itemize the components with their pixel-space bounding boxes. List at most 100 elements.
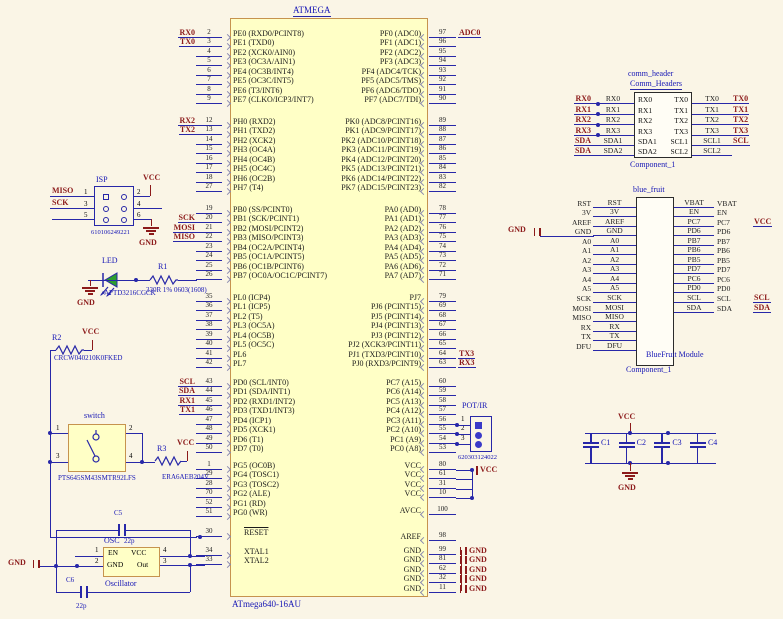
r3-vcc-label[interactable]: VCC: [177, 439, 194, 448]
pin-row[interactable]: AVCC100: [235, 505, 535, 515]
pin-row[interactable]: PA7 (AD7)71: [235, 271, 535, 281]
net-label[interactable]: ADC0: [458, 28, 481, 38]
capacitor[interactable]: C1: [583, 433, 609, 463]
isp-part-label[interactable]: 610106249221: [91, 229, 130, 236]
osc-gnd-net-label[interactable]: GND: [8, 559, 26, 568]
chip-title[interactable]: ATMEGA: [293, 6, 331, 17]
comm-pin-row[interactable]: RX0RX0RX0TX0TX0TX0: [556, 94, 768, 104]
gnd-port[interactable]: GND: [460, 546, 487, 555]
comm-pin-row[interactable]: SDASDA2SDA2SCL2SCL2: [556, 146, 768, 156]
isp-vcc-label[interactable]: VCC: [143, 174, 160, 183]
net-label[interactable]: RX3: [574, 126, 592, 136]
net-label[interactable]: RX1: [178, 396, 196, 406]
net-label[interactable]: SDA: [574, 136, 592, 146]
led-label[interactable]: LED: [102, 257, 118, 266]
pin-row[interactable]: PA0 (AD0)78: [235, 204, 535, 214]
isp-header[interactable]: [94, 186, 134, 226]
resistor-r3-icon[interactable]: [155, 455, 181, 467]
sck-net-label[interactable]: SCK: [52, 199, 68, 208]
bluefruit-footer[interactable]: Component_1: [626, 366, 671, 375]
net-label[interactable]: SCL: [753, 293, 771, 303]
capacitor[interactable]: C3: [654, 433, 680, 463]
pin-row[interactable]: PA1 (AD1)77: [235, 214, 535, 224]
isp-label[interactable]: ISP: [96, 176, 108, 185]
comm-name[interactable]: Comm_Headers: [630, 80, 682, 90]
pin-row[interactable]: PJ0 (RXD3/PCINT9)63RX3: [235, 359, 535, 369]
pin-row[interactable]: PJ4 (PCINT13)67: [235, 321, 535, 331]
pin-row[interactable]: PA3 (AD3)75: [235, 233, 535, 243]
switch-part-label[interactable]: PTS645SM43SMTR92LFS: [58, 475, 136, 483]
gnd-symbol[interactable]: [143, 227, 159, 236]
r3-ref-label[interactable]: R3: [157, 445, 166, 454]
r3-part-label[interactable]: ERA6AEB204V: [162, 474, 209, 482]
net-label[interactable]: SDA: [574, 146, 592, 156]
comm-pin-row[interactable]: RX1RX1RX1TX1TX1TX1: [556, 104, 768, 114]
pin-row[interactable]: PJ3 (PCINT12)66: [235, 330, 535, 340]
pin-row[interactable]: PF3 (ADC3)94: [235, 57, 535, 67]
vcc-net-label[interactable]: VCC: [476, 466, 497, 475]
pin-row[interactable]: PK5 (ADC13/PCINT21)84: [235, 164, 535, 174]
pin-row[interactable]: PC4 (A12)57: [235, 406, 535, 416]
pin-row[interactable]: PA4 (AD4)74: [235, 242, 535, 252]
pin-row[interactable]: PC7 (A15)60: [235, 377, 535, 387]
c5-value-label[interactable]: 22p: [124, 538, 135, 546]
led-gnd-label[interactable]: GND: [77, 299, 95, 308]
net-label[interactable]: TX1: [179, 405, 196, 415]
gnd-symbol[interactable]: [82, 287, 98, 296]
pot-part-label[interactable]: 620303124022: [458, 454, 497, 461]
pin-row[interactable]: PA2 (AD2)76: [235, 223, 535, 233]
pin-row[interactable]: VCC10: [235, 489, 535, 499]
osc-label[interactable]: OSC: [104, 537, 120, 546]
r2-part-label[interactable]: CRCW040210K0FKED: [54, 355, 122, 363]
capacitor[interactable]: C2: [619, 433, 645, 463]
comm-footer[interactable]: Component_1: [630, 161, 675, 170]
r2-ref-label[interactable]: R2: [52, 334, 61, 343]
net-label[interactable]: RX2: [178, 116, 196, 126]
pin-row[interactable]: GND99GND: [235, 545, 535, 555]
net-label[interactable]: SDA: [178, 386, 196, 396]
pin-row[interactable]: PF2 (ADC2)95: [235, 47, 535, 57]
net-label[interactable]: SDA: [753, 303, 771, 313]
pin-row[interactable]: PJ1 (TXD3/PCINT10)64TX3: [235, 349, 535, 359]
net-label[interactable]: RX2: [574, 115, 592, 125]
bluefruit-name-label[interactable]: BlueFruit Module: [646, 351, 704, 360]
comm-pin-row[interactable]: RX3RX3RX3TX3TX3TX3: [556, 125, 768, 135]
caps-vcc-label[interactable]: VCC: [618, 413, 635, 422]
bf-pin-row[interactable]: SDASDASDA: [674, 303, 783, 313]
pin-row[interactable]: PJ6 (PCINT15)69: [235, 302, 535, 312]
pin-row[interactable]: PF1 (ADC1)96: [235, 38, 535, 48]
pin-row[interactable]: PK4 (ADC12/PCINT20)85: [235, 154, 535, 164]
net-label[interactable]: SCK: [178, 213, 196, 223]
pin-row[interactable]: PJ779: [235, 292, 535, 302]
pot-label[interactable]: POT/IR: [462, 402, 487, 411]
pin-row[interactable]: PK1 (ADC9/PCINT17)88: [235, 126, 535, 136]
pin-row[interactable]: PF5 (ADC5/TMS)92: [235, 76, 535, 86]
net-label[interactable]: SCL: [178, 377, 196, 387]
comm-pin-row[interactable]: SDASDA1SDA1SCL1SCL1SCL: [556, 136, 768, 146]
net-label[interactable]: TX2: [179, 125, 196, 135]
switch-label[interactable]: switch: [84, 412, 105, 421]
pin-row[interactable]: GND32GND: [235, 574, 535, 584]
pin-row[interactable]: AREF98: [235, 531, 535, 541]
c5-ref-label[interactable]: C5: [114, 510, 122, 518]
gnd-port[interactable]: GND: [460, 555, 487, 564]
pin-row[interactable]: PK0 (ADC8/PCINT16)89: [235, 116, 535, 126]
net-label[interactable]: RX0: [574, 94, 592, 104]
isp-gnd-label[interactable]: GND: [139, 239, 157, 248]
gnd-port[interactable]: GND: [460, 584, 487, 593]
r2-vcc-label[interactable]: VCC: [82, 328, 99, 337]
pin-row[interactable]: PF6 (ADC6/TDO)91: [235, 85, 535, 95]
net-label[interactable]: TX3: [458, 349, 475, 359]
c6-ref-label[interactable]: C6: [66, 577, 74, 585]
led-part-label[interactable]: APTD3216CGCK: [104, 290, 156, 298]
gnd-port[interactable]: GND: [460, 574, 487, 583]
pin-row[interactable]: PF7 (ADC7/TDI)90: [235, 95, 535, 105]
net-label[interactable]: RX1: [574, 105, 592, 115]
resistor-r1-icon[interactable]: [150, 274, 178, 286]
net-label[interactable]: RX0: [178, 28, 196, 38]
oscillator-name-label[interactable]: Oscillator: [105, 580, 137, 589]
bluefruit-body[interactable]: [636, 197, 674, 366]
pin-row[interactable]: VCC31: [235, 479, 535, 489]
net-label[interactable]: VCC: [753, 217, 772, 227]
pin-row[interactable]: PA6 (AD6)72: [235, 261, 535, 271]
